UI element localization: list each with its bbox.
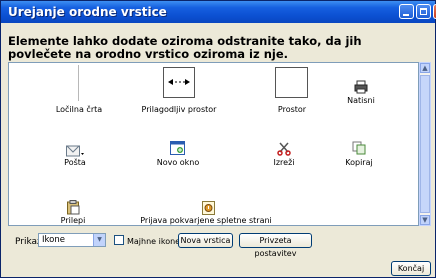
maximize-button[interactable]: [416, 4, 431, 19]
new-toolbar-button[interactable]: Nova vrstica: [178, 233, 233, 248]
instructions-text: Elemente lahko dodate oziroma odstranite…: [8, 34, 362, 61]
toolbar-item-new-window[interactable]: Novo okno: [133, 158, 223, 167]
toolbar-item-print[interactable]: Natisni: [316, 96, 406, 105]
restore-default-button[interactable]: Privzeta postavitev: [239, 233, 312, 258]
title-bar[interactable]: Urejanje orodne vrstice: [1, 1, 436, 23]
scroll-thumb[interactable]: [420, 75, 430, 213]
item-label: Prostor: [277, 105, 307, 114]
new-window-icon[interactable]: [170, 140, 185, 159]
toolbar-item-space[interactable]: Prostor: [247, 105, 337, 114]
show-mode-select[interactable]: Ikone ▼: [38, 233, 106, 247]
item-label: Prilepi: [60, 216, 86, 225]
toolbar-items-panel: Ločilna črta Prilagodljiv prostor Prosto…: [8, 62, 419, 226]
options-row: Prikaži: Ikone ▼ Majhne ikone Nova vrsti…: [1, 233, 436, 258]
minimize-button[interactable]: [399, 4, 414, 19]
item-label: Natisni: [347, 96, 375, 105]
toolbar-item-separator[interactable]: Ločilna črta: [34, 105, 124, 114]
item-label: Ločilna črta: [55, 105, 103, 114]
small-icons-label[interactable]: Majhne ikone: [127, 237, 180, 246]
item-label: Pošta: [64, 158, 86, 167]
item-label: Kopiraj: [345, 158, 373, 167]
toolbar-item-paste[interactable]: Prilepi: [28, 216, 118, 225]
window-title: Urejanje orodne vrstice: [8, 5, 167, 19]
space-box-icon[interactable]: [275, 67, 308, 98]
item-label: Novo okno: [156, 158, 200, 167]
show-mode-value: Ikone: [42, 235, 65, 245]
chevron-down-icon[interactable]: ▼: [93, 234, 105, 246]
copy-icon[interactable]: [352, 140, 366, 159]
flexible-space-icon[interactable]: [163, 67, 195, 98]
toolbar-item-mail[interactable]: Pošta: [30, 158, 120, 167]
panel-scrollbar[interactable]: ▲ ▼: [419, 62, 431, 226]
done-button[interactable]: Končaj: [391, 261, 431, 276]
scroll-up-button[interactable]: ▲: [420, 63, 430, 73]
toolbar-item-flexible-space[interactable]: Prilagodljiv prostor: [134, 105, 224, 114]
small-icons-checkbox[interactable]: [114, 235, 124, 245]
toolbar-item-copy[interactable]: Kopiraj: [314, 158, 404, 167]
toolbar-item-report-broken-site[interactable]: Prijava pokvarjene spletne strani: [139, 216, 273, 225]
customize-toolbar-dialog: Urejanje orodne vrstice Elemente lahko d…: [0, 0, 436, 278]
item-label: Prilagodljiv prostor: [141, 105, 217, 114]
scroll-down-button[interactable]: ▼: [420, 215, 430, 225]
item-label: Prijava pokvarjene spletne strani: [140, 216, 272, 225]
separator-line-icon[interactable]: [78, 65, 79, 101]
